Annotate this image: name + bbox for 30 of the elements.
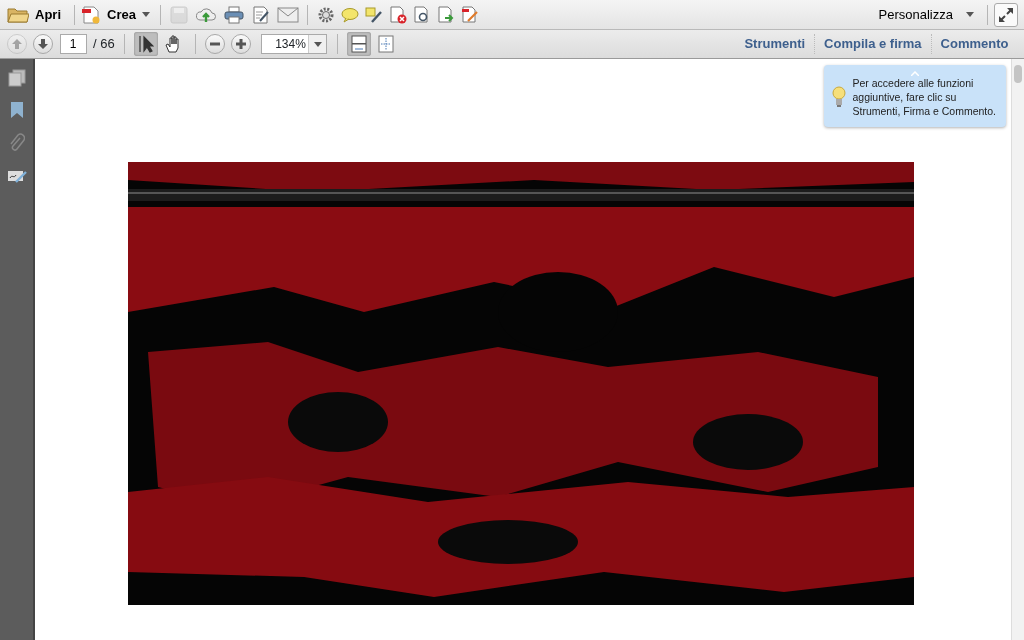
page-number-field[interactable]: 1 [59, 34, 87, 54]
panel-tab[interactable]: Compila e firma [814, 34, 931, 54]
open-button[interactable]: Apri [6, 2, 68, 27]
fit-page-button[interactable] [347, 32, 372, 56]
light-bulb-icon [832, 86, 846, 108]
next-page-button[interactable] [33, 34, 53, 54]
tooltip-text: Per accedere alle funzioni aggiuntive, fare clic su Strumenti, Firma e Commento. [852, 76, 998, 118]
select-tool-button[interactable] [134, 32, 159, 56]
zoom-in-button[interactable] [231, 34, 252, 54]
scrollbar-thumb[interactable] [1014, 65, 1022, 83]
create-button[interactable]: Crea [80, 2, 154, 27]
plus-icon [236, 39, 247, 49]
paperclip-icon[interactable] [8, 132, 25, 153]
panel-tab[interactable]: Strumenti [735, 34, 815, 54]
caret-down-icon [966, 12, 974, 17]
page-count: / 66 [93, 35, 115, 54]
panel-tab[interactable]: Commento [930, 34, 1018, 54]
arrow-up-icon [11, 39, 22, 49]
bookmark-icon[interactable] [9, 99, 24, 120]
caret-down-icon [142, 12, 151, 17]
pages-icon[interactable] [7, 67, 26, 87]
zoom-dropdown[interactable]: 134% [261, 34, 328, 54]
caret-up-icon [911, 71, 919, 76]
zoom-out-button[interactable] [204, 34, 225, 54]
folder-icon [6, 5, 29, 24]
create-document-icon [80, 4, 101, 25]
expand-icon[interactable] [993, 2, 1018, 27]
caret-down-icon [313, 41, 322, 47]
arrow-down-icon [38, 39, 48, 49]
customize-dropdown[interactable]: Personalizza [878, 2, 974, 27]
